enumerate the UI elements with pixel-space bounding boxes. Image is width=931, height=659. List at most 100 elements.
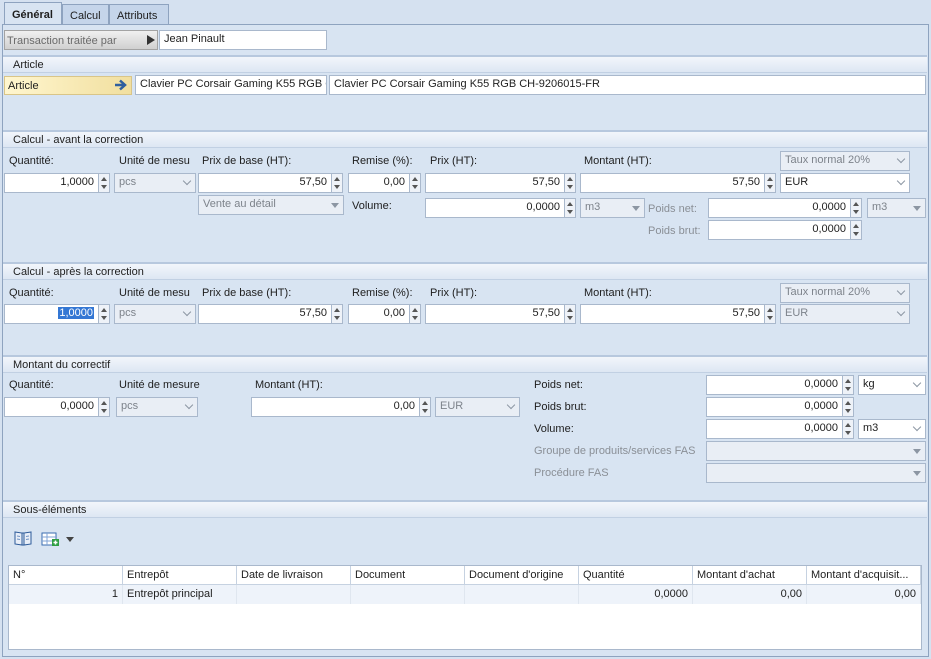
after-price-spinner[interactable] bbox=[564, 304, 576, 324]
book-icon[interactable] bbox=[14, 530, 32, 546]
table-cell[interactable]: 0,00 bbox=[693, 585, 807, 604]
before-base-price-spinner[interactable] bbox=[331, 173, 343, 193]
before-price-input[interactable]: 57,50 bbox=[425, 173, 565, 193]
corr-qty-input[interactable]: 0,0000 bbox=[4, 397, 99, 417]
before-discount-spinner[interactable] bbox=[409, 173, 421, 193]
after-unit-select[interactable]: pcs bbox=[114, 304, 196, 324]
after-amount-spinner[interactable] bbox=[764, 304, 776, 324]
transaction-button[interactable]: Transaction traitée par bbox=[4, 30, 158, 50]
corr-currency-value: EUR bbox=[440, 400, 464, 412]
after-qty-spinner[interactable] bbox=[98, 304, 110, 324]
corr-unit-value: pcs bbox=[121, 400, 139, 412]
table-cell[interactable] bbox=[351, 585, 465, 604]
article-code-field[interactable]: Clavier PC Corsair Gaming K55 RGB C bbox=[135, 75, 327, 95]
before-unit-select[interactable]: pcs bbox=[114, 173, 196, 193]
before-amount-spinner[interactable] bbox=[764, 173, 776, 193]
chevron-down-icon bbox=[913, 206, 921, 211]
corr-currency-select[interactable]: EUR bbox=[435, 397, 520, 417]
chevron-down-icon bbox=[184, 400, 194, 410]
before-gross-weight-input[interactable]: 0,0000 bbox=[708, 220, 851, 240]
col-header-no[interactable]: N° bbox=[9, 566, 123, 585]
chevron-down-icon bbox=[912, 422, 922, 432]
tab-general[interactable]: Général bbox=[4, 2, 62, 26]
col-header-warehouse[interactable]: Entrepôt bbox=[123, 566, 237, 585]
before-net-unit-select: m3 bbox=[867, 198, 926, 218]
before-volume-spinner[interactable] bbox=[564, 198, 576, 218]
after-currency-select[interactable]: EUR bbox=[780, 304, 910, 324]
before-discount-input[interactable]: 0,00 bbox=[348, 173, 410, 193]
chevron-down-icon bbox=[912, 378, 922, 388]
after-base-price-input[interactable]: 57,50 bbox=[198, 304, 332, 324]
col-header-delivery-date[interactable]: Date de livraison bbox=[237, 566, 351, 585]
chevron-down-icon[interactable] bbox=[66, 537, 74, 542]
corr-unit-label: Unité de mesure bbox=[119, 379, 200, 391]
transaction-user-field[interactable]: Jean Pinault bbox=[159, 30, 327, 50]
before-currency-select[interactable]: EUR bbox=[780, 173, 910, 193]
corr-net-weight-input[interactable]: 0,0000 bbox=[706, 375, 843, 395]
main-panel bbox=[2, 24, 929, 657]
corr-unit-select[interactable]: pcs bbox=[116, 397, 198, 417]
before-qty-spinner[interactable] bbox=[98, 173, 110, 193]
chevron-down-icon bbox=[896, 307, 906, 317]
col-header-acquisition-amount[interactable]: Montant d'acquisit... bbox=[807, 566, 921, 585]
before-volume-input[interactable]: 0,0000 bbox=[425, 198, 565, 218]
tab-calcul[interactable]: Calcul bbox=[62, 4, 109, 25]
before-gross-weight-spinner[interactable] bbox=[850, 220, 862, 240]
corr-gross-weight-input[interactable]: 0,0000 bbox=[706, 397, 843, 417]
tab-attributs[interactable]: Attributs bbox=[109, 4, 169, 25]
before-price-spinner[interactable] bbox=[564, 173, 576, 193]
before-net-weight-spinner[interactable] bbox=[850, 198, 862, 218]
before-base-price-input[interactable]: 57,50 bbox=[198, 173, 332, 193]
table-cell[interactable]: Entrepôt principal bbox=[123, 585, 237, 604]
after-qty-value: 1,0000 bbox=[58, 307, 94, 319]
corr-volume-input[interactable]: 0,0000 bbox=[706, 419, 843, 439]
arrow-right-icon[interactable] bbox=[113, 78, 129, 92]
corr-volume-unit-select[interactable]: m3 bbox=[858, 419, 926, 439]
before-unit-value: pcs bbox=[119, 176, 137, 188]
fas-group-label: Groupe de produits/services FAS bbox=[534, 445, 696, 457]
after-qty-input[interactable]: 1,0000 bbox=[4, 304, 99, 324]
add-grid-icon[interactable] bbox=[41, 531, 61, 547]
col-header-purchase-amount[interactable]: Montant d'achat bbox=[693, 566, 807, 585]
col-header-origin-document[interactable]: Document d'origine bbox=[465, 566, 579, 585]
before-discount-label: Remise (%): bbox=[352, 155, 413, 167]
after-price-label: Prix (HT): bbox=[430, 287, 478, 299]
before-vat-select: Taux normal 20% bbox=[780, 151, 910, 171]
play-icon bbox=[147, 35, 155, 45]
corr-net-unit-select[interactable]: kg bbox=[858, 375, 926, 395]
after-discount-input[interactable]: 0,00 bbox=[348, 304, 410, 324]
corr-amount-input[interactable]: 0,00 bbox=[251, 397, 420, 417]
corr-amount-spinner[interactable] bbox=[419, 397, 431, 417]
corr-qty-spinner[interactable] bbox=[98, 397, 110, 417]
before-amount-input[interactable]: 57,50 bbox=[580, 173, 765, 193]
before-net-weight-input[interactable]: 0,0000 bbox=[708, 198, 851, 218]
after-amount-input[interactable]: 57,50 bbox=[580, 304, 765, 324]
section-before-correction: Calcul - avant la correction bbox=[3, 130, 927, 148]
chevron-down-icon bbox=[896, 286, 906, 296]
chevron-down-icon bbox=[506, 400, 516, 410]
table-cell[interactable]: 0,00 bbox=[807, 585, 921, 604]
corr-net-weight-spinner[interactable] bbox=[842, 375, 854, 395]
table-cell[interactable]: 0,0000 bbox=[579, 585, 693, 604]
before-pricing-select: Vente au détail bbox=[198, 195, 344, 215]
after-amount-label: Montant (HT): bbox=[584, 287, 652, 299]
before-qty-input[interactable]: 1,0000 bbox=[4, 173, 99, 193]
table-cell[interactable] bbox=[237, 585, 351, 604]
after-base-price-spinner[interactable] bbox=[331, 304, 343, 324]
col-header-document[interactable]: Document bbox=[351, 566, 465, 585]
corr-volume-label: Volume: bbox=[534, 423, 574, 435]
table-cell[interactable] bbox=[465, 585, 579, 604]
corr-amount-label: Montant (HT): bbox=[255, 379, 323, 391]
after-discount-spinner[interactable] bbox=[409, 304, 421, 324]
before-qty-label: Quantité: bbox=[9, 155, 54, 167]
after-price-input[interactable]: 57,50 bbox=[425, 304, 565, 324]
col-header-quantity[interactable]: Quantité bbox=[579, 566, 693, 585]
before-volume-unit-value: m3 bbox=[585, 201, 601, 213]
article-name-field[interactable]: Clavier PC Corsair Gaming K55 RGB CH-920… bbox=[329, 75, 926, 95]
table-cell[interactable]: 1 bbox=[9, 585, 123, 604]
corr-volume-spinner[interactable] bbox=[842, 419, 854, 439]
chevron-down-icon bbox=[896, 154, 906, 164]
corr-gross-weight-spinner[interactable] bbox=[842, 397, 854, 417]
after-qty-label: Quantité: bbox=[9, 287, 54, 299]
before-gross-weight-label: Poids brut: bbox=[648, 225, 701, 237]
